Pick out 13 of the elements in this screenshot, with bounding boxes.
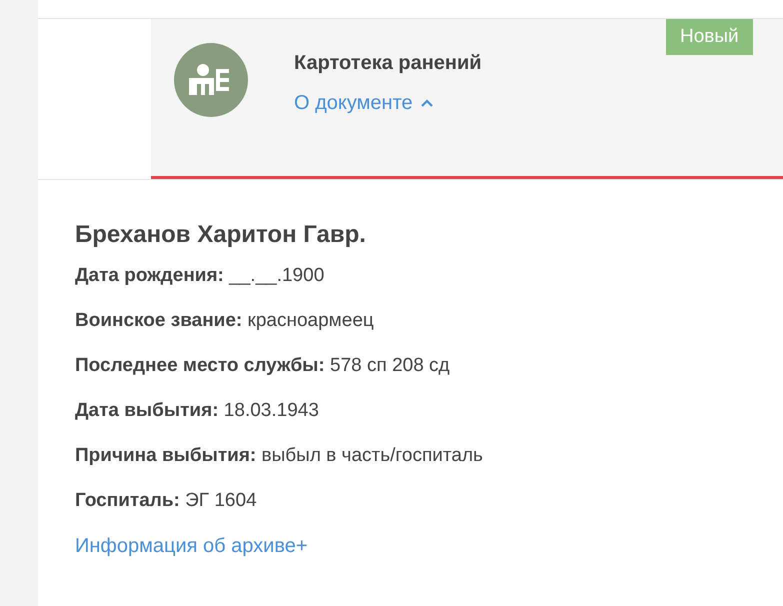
about-document-link[interactable]: О документе <box>294 89 482 117</box>
document-icon <box>174 43 248 117</box>
field-line: Воинское звание: красноармеец <box>75 309 375 333</box>
field-line: Причина выбытия: выбыл в часть/госпиталь <box>75 444 484 468</box>
archive-info-link[interactable]: Информация об архиве+ <box>75 532 308 560</box>
field-line: Последнее место службы: 578 сп 208 сд <box>75 354 451 378</box>
document-title: Картотека ранений <box>294 51 482 76</box>
field-line: Дата выбытия: 18.03.1943 <box>75 399 320 423</box>
field-line: Госпиталь: ЭГ 1604 <box>75 489 258 513</box>
field-line: Дата рождения: __.__.1900 <box>75 264 326 288</box>
caret-icon <box>420 99 433 107</box>
person-name: Бреханов Харитон Гавр. <box>75 220 367 250</box>
status-badge: Новый <box>666 19 753 55</box>
